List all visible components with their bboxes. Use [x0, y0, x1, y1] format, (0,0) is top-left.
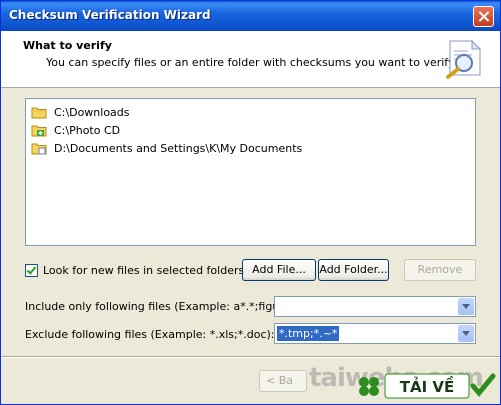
wizard-window: Checksum Verification Wizard What to ver…	[0, 0, 501, 405]
chevron-down-icon[interactable]	[458, 298, 474, 315]
taive-logo: TẢI VỀ	[359, 373, 496, 399]
list-item[interactable]: D:\Documents and Settings\K\My Documents	[31, 140, 302, 156]
list-item-path: C:\Downloads	[54, 105, 130, 119]
header-title: What to verify	[23, 39, 112, 52]
footer-separator	[1, 356, 500, 358]
include-combobox[interactable]	[274, 296, 476, 317]
folder-icon	[31, 107, 47, 119]
exclude-label: Exclude following files (Example: *.xls;…	[25, 328, 275, 341]
wizard-header: What to verify You can specify files or …	[1, 31, 500, 88]
title-bar[interactable]: Checksum Verification Wizard	[1, 1, 500, 31]
list-item[interactable]: C:\Photo CD	[31, 122, 120, 138]
remove-button[interactable]: Remove	[404, 259, 476, 281]
add-folder-button[interactable]: Add Folder...	[318, 259, 389, 281]
folder-list[interactable]: C:\Downloads C:\Photo CD D:\Documents an…	[25, 98, 476, 246]
header-subtitle: You can specify files or an entire folde…	[46, 56, 457, 69]
include-label: Include only following files (Example: a…	[25, 300, 313, 313]
folder-icon	[31, 143, 47, 155]
list-item-path: C:\Photo CD	[54, 123, 121, 137]
folder-add-icon	[31, 125, 47, 137]
add-file-button[interactable]: Add File...	[242, 259, 316, 281]
look-new-files-checkbox[interactable]	[25, 264, 38, 277]
logo-text: TẢI VỀ	[400, 375, 455, 396]
include-value	[277, 299, 281, 314]
exclude-combobox[interactable]: *.tmp;*.~*	[274, 323, 476, 344]
exclude-value: *.tmp;*.~*	[277, 326, 340, 341]
window-title: Checksum Verification Wizard	[9, 8, 211, 22]
chevron-down-icon[interactable]	[458, 325, 474, 342]
look-new-files-option[interactable]: Look for new files in selected folders	[25, 264, 244, 277]
close-button[interactable]	[473, 6, 494, 27]
back-button[interactable]: < Ba	[259, 370, 307, 392]
look-new-files-label: Look for new files in selected folders	[43, 264, 245, 277]
document-magnifier-icon	[446, 39, 482, 79]
list-item-path: D:\Documents and Settings\K\My Documents	[54, 141, 303, 155]
list-item[interactable]: C:\Downloads	[31, 104, 130, 120]
